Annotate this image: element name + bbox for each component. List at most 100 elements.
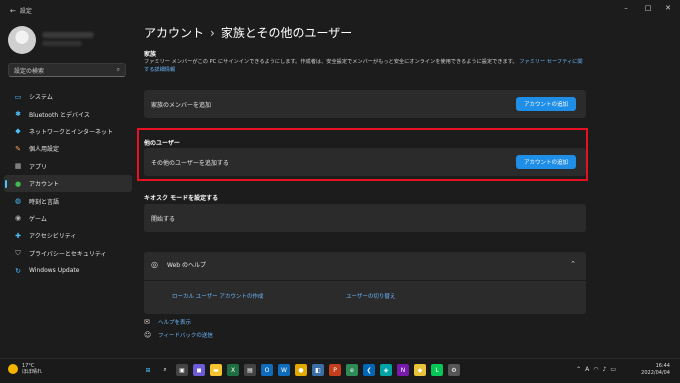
sidebar-item-label: Windows Update — [29, 267, 80, 275]
feedback-icon: ☺ — [144, 331, 152, 339]
bluetooth-icon: ✱ — [15, 110, 21, 119]
chat-icon[interactable]: ◼ — [193, 364, 205, 376]
sidebar-item-label: 時刻と言語 — [29, 198, 60, 206]
volume-icon[interactable]: ♪ — [602, 366, 606, 373]
sidebar-item-label: 個人用設定 — [29, 146, 60, 154]
sidebar-item-accounts[interactable]: ● アカウント — [4, 174, 132, 193]
sidebar-item-label: ネットワークとインターネット — [29, 128, 114, 136]
app2-icon[interactable]: ◧ — [312, 364, 324, 376]
globe-clock-icon: ◍ — [14, 197, 22, 206]
back-arrow-icon[interactable]: ← — [10, 7, 16, 15]
person-icon: ● — [14, 179, 22, 188]
sidebar-item-bluetooth[interactable]: ✱ Bluetooth とデバイス — [4, 105, 132, 122]
weather-desc: ほぼ晴れ — [22, 369, 43, 375]
settings-search-input[interactable]: 設定の検索 ⌕ — [8, 63, 126, 77]
vscode-icon[interactable]: ❮ — [363, 364, 375, 376]
input-language[interactable]: A — [585, 366, 589, 373]
kiosk-start-label: 開始する — [151, 215, 176, 223]
accessibility-icon: ✚ — [15, 231, 21, 240]
file-explorer-icon[interactable]: ▬ — [210, 364, 222, 376]
weather-widget[interactable]: 17°C ほぼ晴れ — [8, 363, 42, 375]
help-link-switch-user[interactable]: ユーザーの切り替え — [346, 292, 395, 300]
chevron-up-tray-icon[interactable]: ⌃ — [576, 366, 581, 373]
search-icon: ⌕ — [116, 66, 120, 73]
family-description: ファミリー メンバーがこの PC にサインインできるようにします。作成者は、安全… — [144, 58, 584, 74]
start-icon[interactable]: ⊞ — [142, 364, 154, 376]
weather-text: 17°C ほぼ晴れ — [22, 363, 42, 375]
sidebar-item-time-language[interactable]: ◍ 時刻と言語 — [4, 192, 132, 209]
main-content: アカウント › 家族とその他のユーザー 家族 ファミリー メンバーがこの PC にサ… — [144, 20, 590, 358]
close-button[interactable]: ✕ — [658, 2, 678, 14]
clock-date: 2022/04/04 — [641, 370, 670, 376]
sidebar-item-label: アカウント — [29, 181, 60, 189]
add-family-account-button[interactable]: アカウントの追加 — [515, 97, 576, 111]
kiosk-card[interactable]: 開始する — [144, 204, 586, 232]
sidebar-item-personalization[interactable]: ✎ 個人用設定 — [4, 140, 132, 157]
search-placeholder: 設定の検索 — [14, 67, 45, 75]
sidebar-item-accessibility[interactable]: ✚ アクセシビリティ — [4, 227, 132, 244]
onenote-icon[interactable]: N — [397, 364, 409, 376]
sidebar-item-label: Bluetooth とデバイス — [29, 111, 90, 119]
edge-icon[interactable]: e — [346, 364, 358, 376]
red-highlight-box — [137, 128, 588, 181]
clock-time: 16:44 — [655, 363, 670, 369]
web-help-card: ◎ Web のヘルプ ⌃ ローカル ユーザー アカウントの作成 ユーザーの切り替… — [144, 252, 586, 314]
sun-icon — [8, 364, 18, 374]
user-profile[interactable] — [8, 26, 128, 62]
line-icon[interactable]: L — [431, 364, 443, 376]
outlook-icon[interactable]: O — [261, 364, 273, 376]
sidebar-item-network[interactable]: ◆ ネットワークとインターネット — [4, 123, 132, 140]
brush-icon: ✎ — [15, 144, 21, 153]
web-help-header[interactable]: ◎ Web のヘルプ — [151, 260, 206, 269]
system-tray: ⌃ A ◠ ♪ ▭ — [576, 366, 616, 373]
excel-icon[interactable]: X — [227, 364, 239, 376]
feedback-label: フィードバックの送信 — [158, 333, 213, 339]
sidebar-item-windows-update[interactable]: ↻ Windows Update — [4, 262, 132, 279]
feedback-link[interactable]: ☺ フィードバックの送信 — [144, 331, 213, 339]
breadcrumb-current: 家族とその他のユーザー — [220, 26, 353, 40]
kiosk-heading: キオスク モードを設定する — [144, 195, 219, 202]
chrome-icon[interactable]: ● — [295, 364, 307, 376]
monitor-icon: ▭ — [14, 92, 22, 101]
apps-icon: ▦ — [14, 162, 22, 171]
get-help-label: ヘルプを表示 — [158, 320, 192, 326]
word-icon[interactable]: W — [278, 364, 290, 376]
help-link-local-account[interactable]: ローカル ユーザー アカウントの作成 — [172, 292, 263, 300]
wifi-tray-icon[interactable]: ◠ — [593, 366, 598, 373]
sidebar-item-privacy[interactable]: ⛉ プライバシーとセキュリティ — [4, 245, 132, 262]
help-chat-icon: ✉ — [144, 318, 150, 326]
battery-icon[interactable]: ▭ — [610, 366, 616, 373]
powerpoint-icon[interactable]: P — [329, 364, 341, 376]
wifi-icon: ◆ — [15, 127, 21, 136]
blurred-user-email — [42, 41, 82, 46]
sidebar-item-label: システム — [29, 94, 53, 102]
sidebar-item-apps[interactable]: ▦ アプリ — [4, 158, 132, 175]
breadcrumb-parent[interactable]: アカウント — [144, 26, 204, 40]
blurred-user-name — [42, 32, 94, 38]
sidebar-nav: ▭ システム ✱ Bluetooth とデバイス ◆ ネットワークとインターネッ… — [4, 88, 132, 279]
settings-gear-icon[interactable]: ⚙ — [448, 364, 460, 376]
clock[interactable]: 16:44 2022/04/04 — [641, 363, 670, 377]
sidebar-item-system[interactable]: ▭ システム — [4, 88, 132, 105]
app3-icon[interactable]: ◈ — [380, 364, 392, 376]
settings-window: ← 設定 – □ ✕ 設定の検索 ⌕ ▭ システム ✱ Bluetooth とデ… — [0, 0, 680, 358]
chevron-up-icon[interactable]: ⌃ — [570, 260, 576, 268]
taskbar: 17°C ほぼ晴れ ⊞ ⌕ ▣ ◼ ▬ X ▤ O W ● ◧ P e ❮ ◈ … — [0, 358, 680, 383]
app-icon[interactable]: ▤ — [244, 364, 256, 376]
sidebar-item-label: アプリ — [29, 163, 48, 171]
task-view-icon[interactable]: ▣ — [176, 364, 188, 376]
globe-icon: ◎ — [151, 260, 158, 269]
refresh-icon: ↻ — [15, 266, 21, 275]
page-title: アカウント › 家族とその他のユーザー — [144, 24, 352, 41]
maximize-button[interactable]: □ — [638, 2, 658, 14]
family-heading: 家族 — [144, 51, 157, 58]
sidebar-item-label: アクセシビリティ — [29, 233, 77, 241]
app4-icon[interactable]: ◆ — [414, 364, 426, 376]
get-help-link[interactable]: ✉ ヘルプを表示 — [144, 318, 191, 326]
help-divider — [144, 280, 586, 281]
add-family-member-label: 家族のメンバーを追加 — [151, 101, 212, 109]
search-icon[interactable]: ⌕ — [159, 364, 171, 376]
family-description-text: ファミリー メンバーがこの PC にサインインできるようにします。作成者は、安全… — [144, 59, 518, 65]
sidebar-item-gaming[interactable]: ◉ ゲーム — [4, 210, 132, 227]
minimize-button[interactable]: – — [616, 2, 636, 14]
